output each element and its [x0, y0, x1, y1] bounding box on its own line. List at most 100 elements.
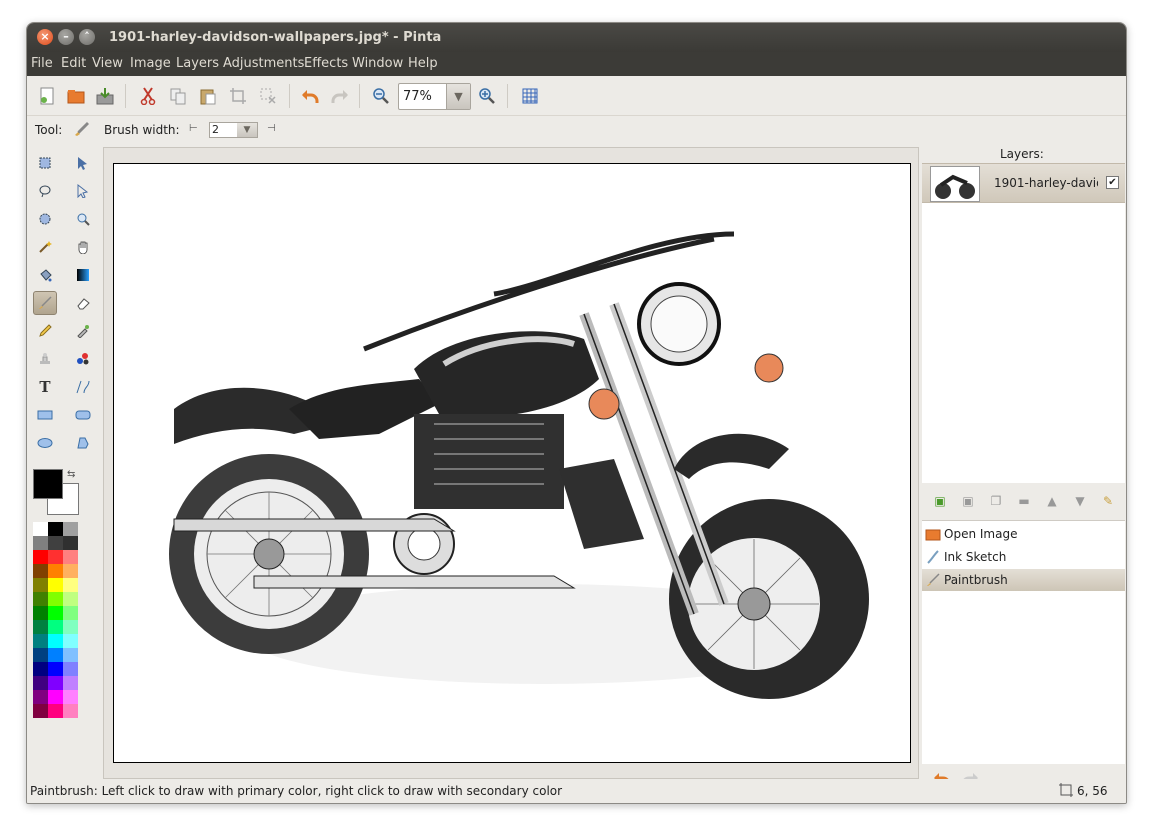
zoom-tool-icon[interactable]	[71, 207, 95, 231]
merge-layer-down-icon[interactable]: ▬	[1016, 493, 1032, 509]
palette-swatch[interactable]	[48, 676, 63, 690]
recolor-icon[interactable]	[71, 347, 95, 371]
palette-swatch[interactable]	[33, 620, 48, 634]
ellipse-icon[interactable]	[33, 431, 57, 455]
palette-swatch[interactable]	[48, 648, 63, 662]
move-layer-down-icon[interactable]: ▼	[1072, 493, 1088, 509]
palette-swatch[interactable]	[48, 690, 63, 704]
rectangle-select-icon[interactable]	[33, 151, 57, 175]
palette-swatch[interactable]	[48, 550, 63, 564]
menu-adjustments[interactable]: Adjustments	[223, 56, 304, 71]
crop-icon[interactable]	[227, 85, 249, 107]
layer-properties-icon[interactable]: ✎	[1100, 493, 1116, 509]
brush-width-dropdown-icon[interactable]: ▼	[237, 123, 257, 137]
image-canvas[interactable]	[113, 163, 911, 763]
palette-swatch[interactable]	[33, 578, 48, 592]
swap-colors-icon[interactable]: ⇆	[67, 469, 75, 480]
palette-swatch[interactable]	[48, 536, 63, 550]
palette-swatch[interactable]	[63, 592, 78, 606]
gradient-icon[interactable]	[71, 263, 95, 287]
palette-swatch[interactable]	[48, 606, 63, 620]
new-file-icon[interactable]	[36, 85, 58, 107]
redo-icon[interactable]	[329, 85, 351, 107]
palette-swatch[interactable]	[63, 690, 78, 704]
rounded-rectangle-icon[interactable]	[71, 403, 95, 427]
menu-layers[interactable]: Layers	[176, 56, 219, 71]
brush-width-combobox[interactable]: 2 ▼	[209, 122, 258, 138]
palette-swatch[interactable]	[33, 648, 48, 662]
grid-icon[interactable]	[519, 85, 541, 107]
minimize-window-button[interactable]: –	[58, 29, 74, 45]
palette-swatch[interactable]	[63, 606, 78, 620]
palette-swatch[interactable]	[63, 634, 78, 648]
paste-icon[interactable]	[197, 85, 219, 107]
palette-swatch[interactable]	[63, 536, 78, 550]
palette-swatch[interactable]	[33, 704, 48, 718]
menu-image[interactable]: Image	[130, 56, 171, 71]
menu-edit[interactable]: Edit	[61, 56, 86, 71]
move-selected-icon[interactable]	[71, 151, 95, 175]
pencil-icon[interactable]	[33, 319, 57, 343]
palette-swatch[interactable]	[63, 648, 78, 662]
add-layer-icon[interactable]: ▣	[932, 493, 948, 509]
increase-width-icon[interactable]: ⊣	[267, 123, 276, 134]
palette-swatch[interactable]	[48, 522, 63, 536]
menu-window[interactable]: Window	[352, 56, 403, 71]
palette-swatch[interactable]	[33, 564, 48, 578]
maximize-window-button[interactable]: ˄	[79, 29, 95, 45]
menu-file[interactable]: File	[31, 56, 53, 71]
palette-swatch[interactable]	[63, 676, 78, 690]
palette-swatch[interactable]	[48, 704, 63, 718]
text-tool-icon[interactable]: T	[33, 375, 57, 399]
history-item[interactable]: Ink Sketch	[922, 546, 1125, 568]
palette-swatch[interactable]	[48, 564, 63, 578]
palette-swatch[interactable]	[33, 592, 48, 606]
menu-view[interactable]: View	[92, 56, 123, 71]
zoom-out-icon[interactable]	[370, 85, 392, 107]
palette-swatch[interactable]	[63, 522, 78, 536]
palette-swatch[interactable]	[48, 634, 63, 648]
palette-swatch[interactable]	[33, 522, 48, 536]
freeform-shape-icon[interactable]	[71, 431, 95, 455]
eraser-icon[interactable]	[71, 291, 95, 315]
palette-swatch[interactable]	[33, 606, 48, 620]
palette-swatch[interactable]	[63, 620, 78, 634]
zoom-dropdown-icon[interactable]: ▼	[446, 84, 470, 109]
brush-width-value[interactable]: 2	[212, 123, 219, 136]
open-file-icon[interactable]	[65, 85, 87, 107]
history-item-selected[interactable]: Paintbrush	[922, 569, 1125, 591]
deselect-icon[interactable]	[257, 85, 279, 107]
palette-swatch[interactable]	[63, 662, 78, 676]
palette-swatch[interactable]	[33, 690, 48, 704]
cut-icon[interactable]	[137, 85, 159, 107]
palette-swatch[interactable]	[33, 662, 48, 676]
palette-swatch[interactable]	[48, 620, 63, 634]
primary-color-swatch[interactable]	[33, 469, 63, 499]
duplicate-layer-icon[interactable]: ❐	[988, 493, 1004, 509]
palette-swatch[interactable]	[33, 550, 48, 564]
zoom-in-icon[interactable]	[476, 85, 498, 107]
zoom-combobox[interactable]: 77% ▼	[398, 83, 471, 110]
history-item[interactable]: Open Image	[922, 523, 1125, 545]
palette-swatch[interactable]	[63, 578, 78, 592]
decrease-width-icon[interactable]: ⊢	[189, 123, 198, 134]
palette-swatch[interactable]	[63, 550, 78, 564]
copy-icon[interactable]	[167, 85, 189, 107]
clone-stamp-icon[interactable]	[33, 347, 57, 371]
undo-icon[interactable]	[299, 85, 321, 107]
menu-effects[interactable]: Effects	[304, 56, 348, 71]
lasso-select-icon[interactable]	[33, 179, 57, 203]
palette-swatch[interactable]	[33, 536, 48, 550]
move-layer-up-icon[interactable]: ▲	[1044, 493, 1060, 509]
layer-row[interactable]: 1901-harley-davidson-wallpapers ✔	[922, 163, 1125, 203]
move-selection-icon[interactable]	[71, 179, 95, 203]
menu-help[interactable]: Help	[408, 56, 438, 71]
delete-layer-icon[interactable]: ▣	[960, 493, 976, 509]
palette-swatch[interactable]	[48, 662, 63, 676]
zoom-value[interactable]: 77%	[403, 89, 432, 104]
palette-swatch[interactable]	[63, 564, 78, 578]
rectangle-icon[interactable]	[33, 403, 57, 427]
paintbrush-icon[interactable]	[33, 291, 57, 315]
close-window-button[interactable]: ×	[37, 29, 53, 45]
palette-swatch[interactable]	[33, 634, 48, 648]
